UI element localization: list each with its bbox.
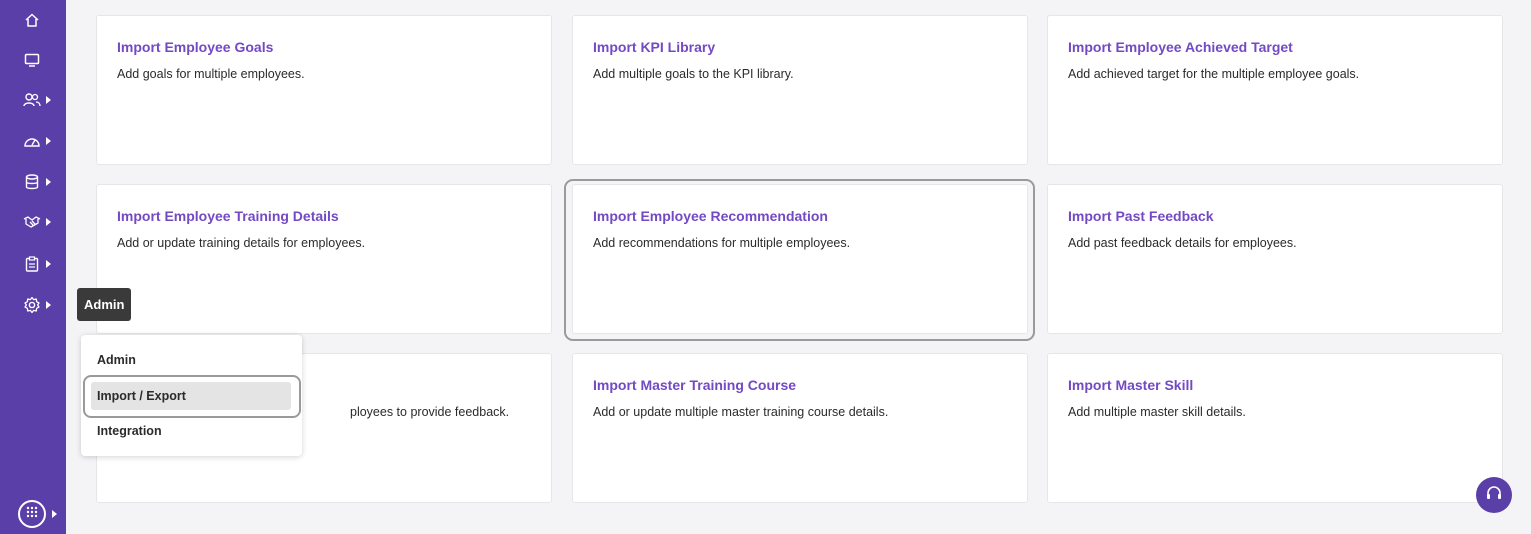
sidebar-item-users[interactable]	[0, 85, 66, 115]
sidebar-item-home[interactable]	[0, 5, 66, 35]
menu-item-import-export[interactable]: Import / Export	[91, 382, 291, 410]
clipboard-icon	[23, 255, 41, 273]
sidebar	[0, 0, 66, 534]
card-import-employee-training-details[interactable]: Import Employee Training Details Add or …	[96, 184, 552, 334]
card-title[interactable]: Import Employee Recommendation	[593, 208, 828, 224]
support-button[interactable]	[1476, 477, 1512, 513]
sidebar-item-clipboard[interactable]	[0, 249, 66, 279]
home-icon	[23, 11, 41, 29]
sidebar-item-performance[interactable]	[0, 126, 66, 156]
card-import-employee-goals[interactable]: Import Employee Goals Add goals for mult…	[96, 15, 552, 165]
card-import-kpi-library[interactable]: Import KPI Library Add multiple goals to…	[572, 15, 1028, 165]
headset-icon	[1485, 484, 1503, 507]
card-title[interactable]: Import Master Skill	[1068, 377, 1193, 393]
card-description: Add goals for multiple employees.	[117, 67, 305, 81]
card-import-master-training-course[interactable]: Import Master Training Course Add or upd…	[572, 353, 1028, 503]
card-title[interactable]: Import Master Training Course	[593, 377, 796, 393]
gear-icon	[23, 296, 41, 314]
chevron-right-icon	[46, 218, 51, 226]
card-import-employee-recommendation[interactable]: Import Employee Recommendation Add recom…	[572, 184, 1028, 334]
admin-tooltip: Admin	[77, 288, 132, 321]
admin-flyout-menu: Admin Import / Export Integration	[81, 335, 302, 456]
card-description: Add multiple master skill details.	[1068, 405, 1246, 419]
card-description: Add past feedback details for employees.	[1068, 236, 1297, 250]
card-title[interactable]: Import Past Feedback	[1068, 208, 1214, 224]
database-icon	[23, 173, 41, 191]
handshake-icon	[23, 213, 41, 231]
sidebar-item-admin[interactable]	[0, 290, 66, 320]
sidebar-item-database[interactable]	[0, 167, 66, 197]
users-icon	[23, 91, 41, 109]
card-description: Add or update training details for emplo…	[117, 236, 366, 250]
chevron-right-icon	[46, 260, 51, 268]
card-description: Add multiple goals to the KPI library.	[593, 67, 794, 81]
chevron-right-icon	[52, 510, 57, 518]
chevron-right-icon	[46, 96, 51, 104]
card-description: ployees to provide feedback.	[350, 405, 510, 419]
card-import-past-feedback[interactable]: Import Past Feedback Add past feedback d…	[1047, 184, 1503, 334]
card-description: Add or update multiple master training c…	[593, 405, 889, 419]
dashboard-gauge-icon	[23, 132, 41, 150]
apps-menu-button[interactable]	[18, 500, 46, 528]
monitor-icon	[23, 51, 41, 69]
card-import-master-skill[interactable]: Import Master Skill Add multiple master …	[1047, 353, 1503, 503]
card-import-employee-achieved-target[interactable]: Import Employee Achieved Target Add achi…	[1047, 15, 1503, 165]
chevron-right-icon	[46, 137, 51, 145]
card-description: Add achieved target for the multiple emp…	[1068, 67, 1360, 81]
card-title[interactable]: Import Employee Goals	[117, 39, 273, 55]
sidebar-item-handshake[interactable]	[0, 207, 66, 237]
card-title[interactable]: Import Employee Achieved Target	[1068, 39, 1293, 55]
card-description: Add recommendations for multiple employe…	[593, 236, 851, 250]
apps-grid-icon	[26, 505, 38, 523]
card-title[interactable]: Import Employee Training Details	[117, 208, 339, 224]
chevron-right-icon	[46, 301, 51, 309]
chevron-right-icon	[46, 178, 51, 186]
card-title[interactable]: Import KPI Library	[593, 39, 715, 55]
sidebar-item-monitor[interactable]	[0, 45, 66, 75]
menu-item-admin[interactable]: Admin	[91, 346, 291, 374]
menu-item-integration[interactable]: Integration	[91, 417, 291, 445]
